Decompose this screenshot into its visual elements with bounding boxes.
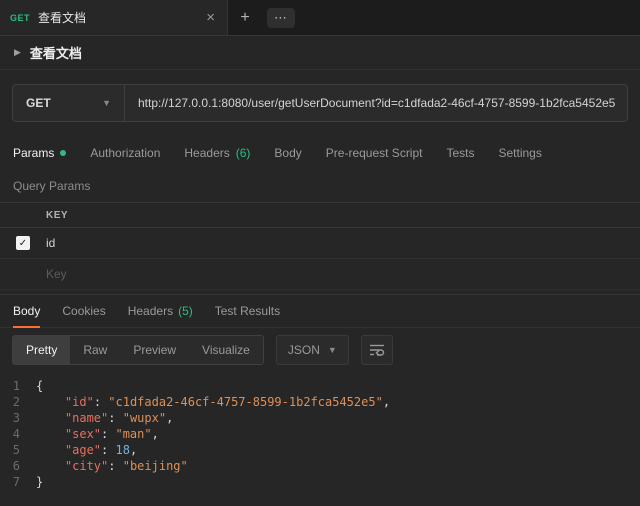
code-line-content: "city": "beijing" (64, 459, 188, 473)
tab-body-label: Body (274, 146, 302, 160)
request-tab[interactable]: GET 查看文档 × (0, 0, 228, 35)
tab-settings[interactable]: Settings (499, 136, 542, 170)
line-number: 5 (12, 443, 20, 457)
code-line-content: { (36, 379, 44, 393)
response-tab-cookies[interactable]: Cookies (62, 295, 105, 327)
visualize-button[interactable]: Visualize (189, 336, 263, 364)
row-check-column: ✓ (0, 236, 46, 250)
tab-settings-label: Settings (498, 146, 542, 160)
preview-button[interactable]: Preview (120, 336, 189, 364)
tab-pre-request-script-label: Pre-request Script (325, 146, 423, 160)
param-key-cell[interactable]: id (46, 236, 640, 250)
response-toolbar: Pretty Raw Preview Visualize JSON ▼ (0, 328, 640, 372)
line-number: 7 (12, 475, 20, 489)
tab-title: 查看文档 (38, 11, 87, 25)
response-tab-headers-label: Headers (127, 304, 174, 318)
code-line: 1{ (0, 378, 640, 394)
key-column-header: KEY (46, 209, 69, 221)
request-tabs: Params Authorization Headers (6) Body Pr… (0, 136, 640, 170)
query-params-section-label: Query Params (13, 179, 91, 193)
line-number: 1 (12, 379, 20, 393)
code-line: 5 "age": 18, (0, 442, 640, 458)
wrap-lines-button[interactable] (360, 335, 393, 365)
line-number: 6 (12, 459, 20, 473)
tab-method-label: GET (10, 12, 31, 23)
line-number: 4 (12, 427, 20, 441)
request-name-header[interactable]: ▶ 查看文档 (0, 36, 640, 70)
code-line-content: "sex": "man", (64, 427, 159, 441)
new-tab-button[interactable]: + (228, 0, 262, 35)
tab-tests-label: Tests (446, 146, 475, 160)
code-line-content: "name": "wupx", (64, 411, 174, 425)
view-mode-group: Pretty Raw Preview Visualize (12, 335, 264, 365)
param-key-input-placeholder[interactable]: Key (46, 267, 640, 281)
tab-authorization[interactable]: Authorization (90, 136, 160, 170)
tab-params-label: Params (13, 146, 55, 160)
table-row[interactable]: ✓ id (0, 228, 640, 259)
url-section: GET ▼ http://127.0.0.1:8080/user/getUser… (0, 70, 640, 136)
chevron-down-icon: ▼ (102, 98, 111, 108)
chevron-down-icon: ▼ (327, 345, 337, 355)
response-tabs: Body Cookies Headers (5) Test Results (0, 294, 640, 328)
tab-body[interactable]: Body (274, 136, 301, 170)
wrap-lines-icon (369, 344, 384, 356)
response-tab-test-results[interactable]: Test Results (215, 295, 280, 327)
url-bar: GET ▼ http://127.0.0.1:8080/user/getUser… (12, 84, 628, 122)
tab-pre-request-script[interactable]: Pre-request Script (326, 136, 423, 170)
request-name: 查看文档 (29, 46, 82, 61)
code-line-content: "id": "c1dfada2-46cf-4757-8599-1b2fca545… (64, 395, 391, 409)
method-select[interactable]: GET ▼ (13, 85, 125, 121)
params-active-dot (60, 150, 67, 156)
postman-app: GET 查看文档 × + ⋯ ▶ 查看文档 GET ▼ http://127.0… (0, 0, 640, 506)
method-label: GET (26, 96, 51, 110)
response-tab-body[interactable]: Body (13, 295, 41, 328)
raw-button[interactable]: Raw (70, 336, 120, 364)
url-input[interactable]: http://127.0.0.1:8080/user/getUserDocume… (125, 85, 627, 121)
more-tabs-button[interactable]: ⋯ (264, 0, 298, 35)
row-checkbox[interactable]: ✓ (16, 236, 30, 250)
line-number: 3 (12, 411, 20, 425)
tab-headers-label: Headers (184, 146, 230, 160)
code-line: 7} (0, 474, 640, 490)
code-line-content: } (36, 475, 44, 489)
headers-count: (6) (235, 146, 251, 160)
language-label: JSON (287, 343, 320, 357)
response-code: 1{2 "id": "c1dfada2-46cf-4757-8599-1b2fc… (0, 372, 640, 506)
ellipsis-icon: ⋯ (267, 7, 295, 28)
tab-authorization-label: Authorization (90, 146, 161, 160)
response-headers-count: (5) (178, 304, 193, 318)
tab-params[interactable]: Params (13, 136, 67, 170)
language-select[interactable]: JSON ▼ (275, 335, 349, 365)
response-tab-test-results-label: Test Results (214, 304, 281, 318)
table-row-empty[interactable]: Key (0, 259, 640, 290)
code-line: 4 "sex": "man", (0, 426, 640, 442)
tab-bar: GET 查看文档 × + ⋯ (0, 0, 640, 36)
response-tab-cookies-label: Cookies (62, 304, 106, 318)
chevron-right-icon: ▶ (14, 47, 21, 57)
query-params-header-row: KEY (0, 202, 640, 228)
code-line: 6 "city": "beijing" (0, 458, 640, 474)
code-line-content: "age": 18, (64, 443, 138, 457)
plus-icon: + (240, 8, 250, 26)
check-icon: ✓ (18, 237, 28, 249)
pretty-button[interactable]: Pretty (13, 336, 71, 364)
code-line: 3 "name": "wupx", (0, 410, 640, 426)
code-line: 2 "id": "c1dfada2-46cf-4757-8599-1b2fca5… (0, 394, 640, 410)
tab-headers[interactable]: Headers (6) (184, 136, 250, 170)
response-tab-headers[interactable]: Headers (5) (128, 295, 193, 327)
response-tab-body-label: Body (13, 304, 41, 318)
tab-tests[interactable]: Tests (446, 136, 474, 170)
line-number: 2 (12, 395, 20, 409)
close-tab-icon[interactable]: × (204, 10, 217, 25)
